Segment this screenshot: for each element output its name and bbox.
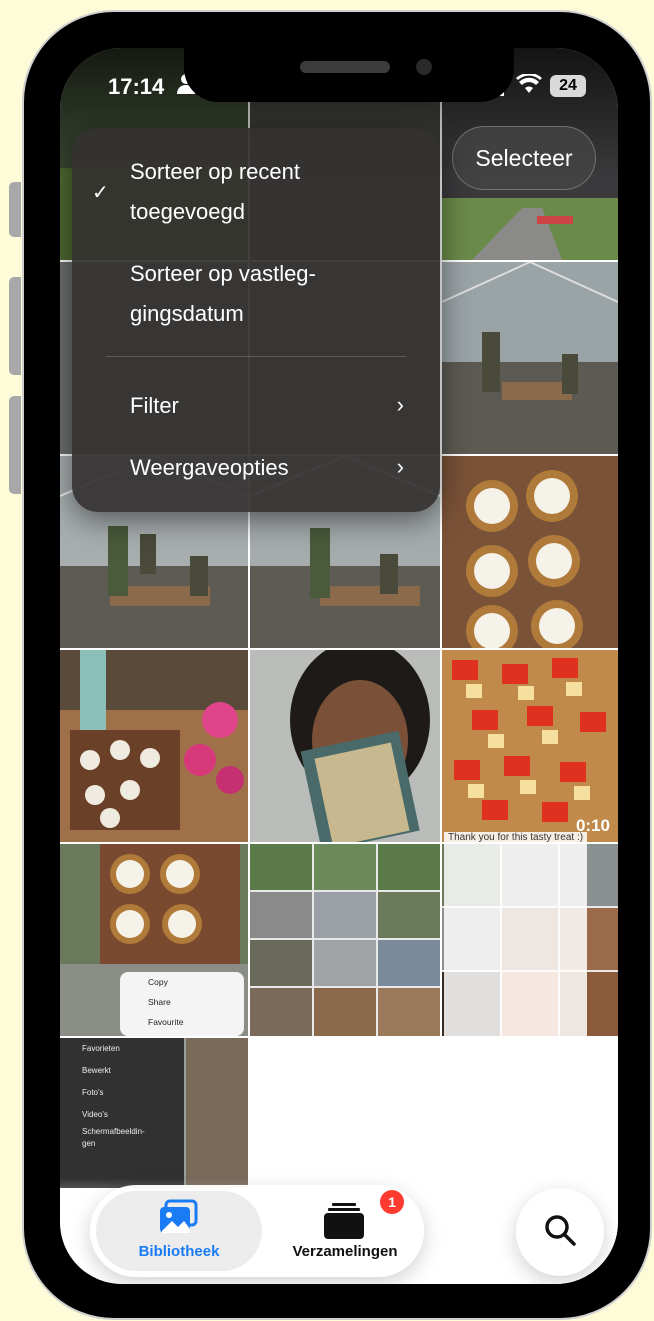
- menu-item-view-options[interactable]: Weergaveopties: [130, 448, 430, 488]
- collections-stack-icon: [324, 1203, 364, 1244]
- photos-library-icon: [158, 1199, 198, 1240]
- photo-thumbnail[interactable]: Copy Share Favourite: [60, 844, 248, 1036]
- thumb-sidebar-menu: Favorieten Bewerkt Foto's Video's Scherm…: [60, 1038, 184, 1188]
- phone-frame: 17:14 24 0:10 Copy Share Favourite Favor…: [22, 10, 652, 1320]
- menu-item-filter[interactable]: Filter: [130, 386, 430, 426]
- menu-item-sort-recent[interactable]: Sorteer op recent toegevoegd: [130, 152, 300, 232]
- notification-badge: 1: [380, 1190, 404, 1214]
- thumb-sidebar-item: Foto's: [82, 1088, 104, 1097]
- thumb-sidebar-item: Video's: [82, 1110, 108, 1119]
- volume-down-button: [9, 396, 21, 494]
- thumb-sidebar-item: Bewerkt: [82, 1066, 111, 1075]
- thumb-sidebar-item: Favorieten: [82, 1044, 120, 1053]
- mute-switch: [9, 182, 21, 237]
- thumb-menu-favourite: Favourite: [148, 1017, 184, 1027]
- battery-indicator: 24: [550, 75, 586, 97]
- photo-thumbnail[interactable]: [250, 650, 440, 842]
- photo-thumbnail[interactable]: [442, 262, 618, 454]
- photo-thumbnail[interactable]: [60, 650, 248, 842]
- search-button[interactable]: [516, 1188, 604, 1276]
- wifi-icon: [516, 72, 542, 100]
- sort-menu: ✓ Sorteer op recent toegevoegd Sorteer o…: [72, 128, 440, 512]
- chevron-right-icon: ›: [396, 392, 404, 417]
- volume-up-button: [9, 277, 21, 375]
- tab-library[interactable]: Bibliotheek: [96, 1191, 262, 1271]
- checkmark-icon: ✓: [92, 182, 109, 204]
- thumb-context-menu: Copy Share Favourite: [120, 972, 244, 1036]
- menu-item-sort-capture-date[interactable]: Sorteer op vastleg- gingsdatum: [130, 254, 316, 334]
- search-icon: [543, 1213, 577, 1252]
- tab-collections-label: Verzamelingen: [292, 1243, 398, 1260]
- menu-separator: [106, 356, 406, 357]
- thumb-menu-copy: Copy: [148, 977, 168, 987]
- chevron-right-icon: ›: [396, 454, 404, 479]
- thumb-sidebar-item: Schermafbeeldin-: [82, 1127, 145, 1136]
- tab-library-label: Bibliotheek: [138, 1243, 220, 1260]
- thumb-menu-share: Share: [148, 997, 171, 1007]
- select-button[interactable]: Selecteer: [452, 126, 596, 190]
- video-thumbnail[interactable]: 0:10: [442, 650, 618, 842]
- status-time: 17:14: [108, 74, 165, 99]
- photo-thumbnail[interactable]: Favorieten Bewerkt Foto's Video's Scherm…: [60, 1038, 248, 1188]
- dynamic-island: [184, 48, 514, 102]
- thumb-sidebar-item: gen: [82, 1139, 96, 1148]
- photo-thumbnail[interactable]: [250, 844, 440, 1036]
- photos-screen: 17:14 24 0:10 Copy Share Favourite Favor…: [60, 48, 618, 1284]
- photo-thumbnail[interactable]: [442, 456, 618, 648]
- tab-bar: Bibliotheek Verzamelingen 1: [90, 1185, 424, 1277]
